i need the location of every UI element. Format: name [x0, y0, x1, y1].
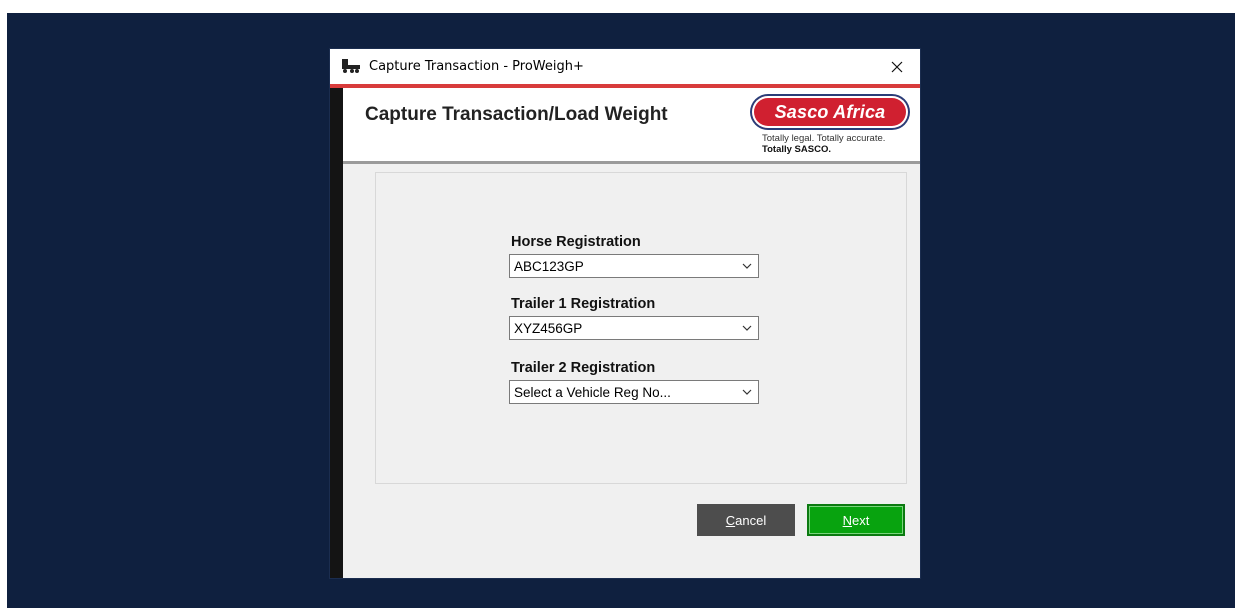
form-panel: Horse Registration ABC123GP Trailer 1 Re…	[375, 172, 907, 484]
title-bar[interactable]: Capture Transaction - ProWeigh+	[330, 49, 920, 84]
dialog-window: Capture Transaction - ProWeigh+ Capture …	[330, 49, 920, 578]
trailer1-registration-label: Trailer 1 Registration	[511, 296, 656, 312]
chevron-down-icon	[742, 263, 752, 269]
logo-text: Sasco Africa	[774, 101, 886, 122]
trailer2-registration-value: Select a Vehicle Reg No...	[514, 385, 671, 400]
trailer1-registration-dropdown[interactable]: XYZ456GP	[509, 316, 759, 340]
page-title: Capture Transaction/Load Weight	[365, 104, 668, 125]
company-logo: Sasco Africa Totally legal. Totally accu…	[752, 96, 910, 155]
logo-tagline: Totally legal. Totally accurate.	[762, 133, 886, 144]
horse-registration-dropdown[interactable]: ABC123GP	[509, 254, 759, 278]
next-label: ext	[852, 512, 870, 528]
header-divider	[343, 161, 920, 164]
horse-registration-label: Horse Registration	[511, 234, 641, 250]
close-icon	[891, 61, 903, 72]
chevron-down-icon	[742, 325, 752, 331]
trailer2-registration-dropdown[interactable]: Select a Vehicle Reg No...	[509, 380, 759, 404]
trailer1-registration-value: XYZ456GP	[514, 321, 583, 336]
trailer2-registration-label: Trailer 2 Registration	[511, 360, 656, 376]
cancel-label: ancel	[735, 512, 767, 528]
cancel-button[interactable]: Cancel	[697, 504, 795, 536]
next-button[interactable]: Next	[807, 504, 905, 536]
truck-icon	[342, 59, 360, 73]
chevron-down-icon	[742, 389, 752, 395]
cancel-mnemonic: C	[725, 512, 736, 528]
left-accent-bar	[330, 88, 343, 578]
logo-tagline-bold: Totally SASCO.	[762, 144, 831, 155]
logo-badge: Sasco Africa	[752, 96, 908, 128]
window-title: Capture Transaction - ProWeigh+	[369, 59, 584, 74]
page-header: Capture Transaction/Load Weight Sasco Af…	[343, 88, 920, 161]
close-button[interactable]	[874, 49, 920, 84]
horse-registration-value: ABC123GP	[514, 259, 584, 274]
next-mnemonic: N	[842, 512, 853, 528]
